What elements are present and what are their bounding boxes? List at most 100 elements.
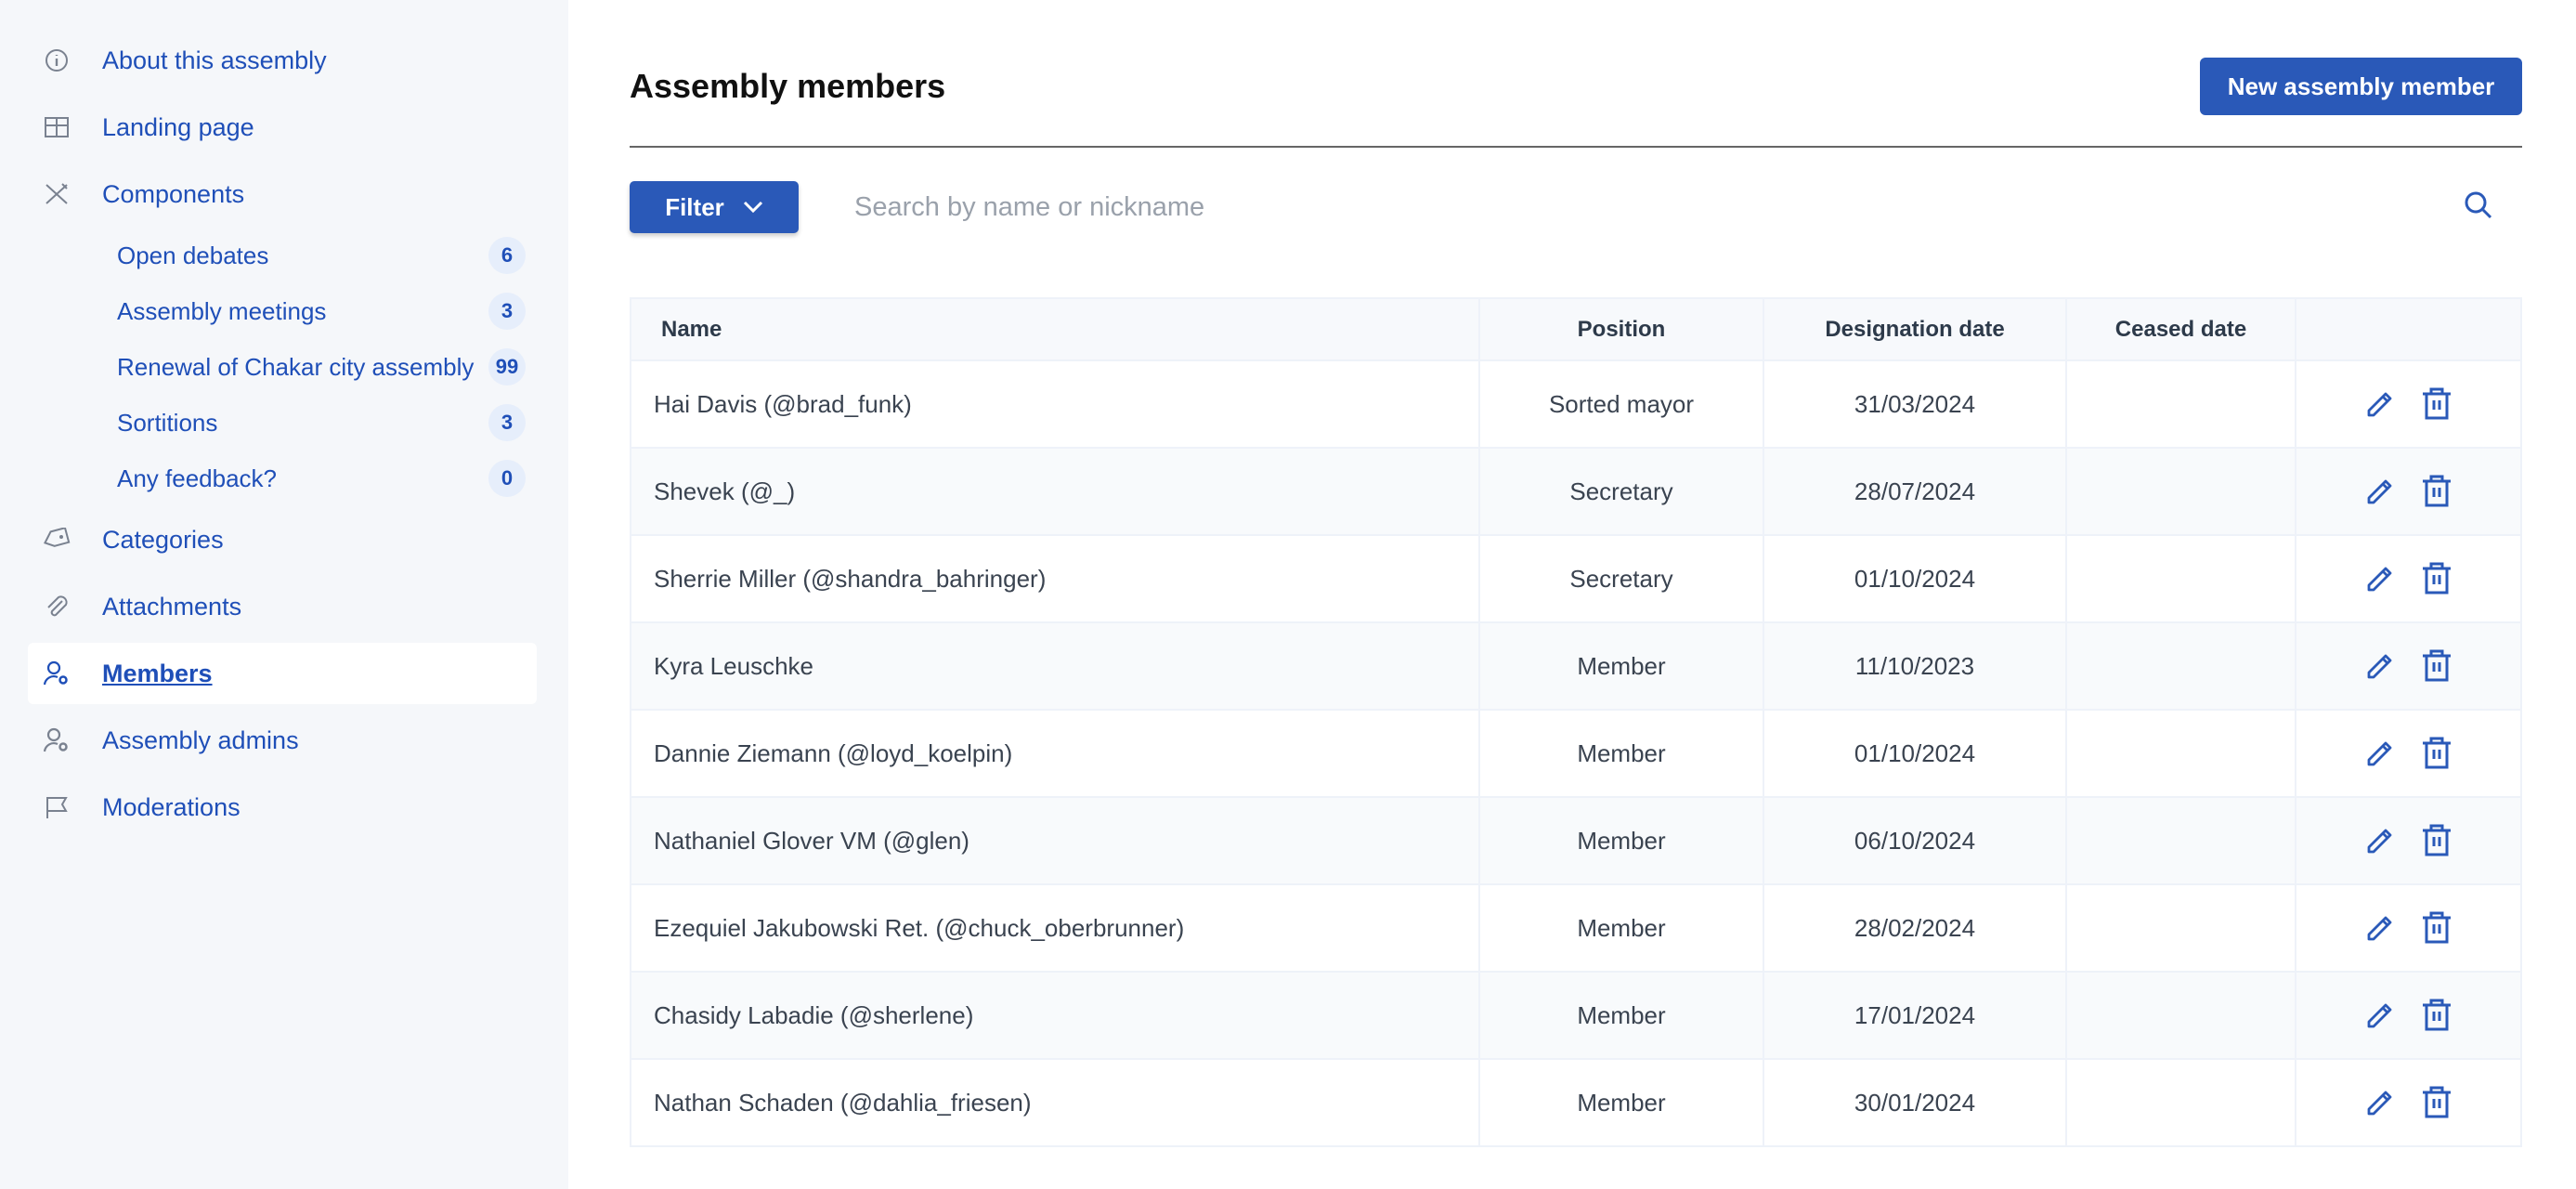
member-name: Sherrie Miller (@shandra_bahringer): [630, 534, 1480, 623]
designation-date: 31/03/2024: [1763, 359, 2067, 449]
sidebar-item-components[interactable]: Components: [28, 163, 537, 225]
sidebar-item-landing-page[interactable]: Landing page: [28, 97, 537, 158]
delete-icon[interactable]: [2421, 824, 2452, 857]
ceased-date: [2065, 1058, 2296, 1147]
row-actions: [2295, 621, 2522, 711]
sidebar-item-about-this-assembly[interactable]: About this assembly: [28, 30, 537, 91]
sidebar-item-members[interactable]: Members: [28, 643, 537, 704]
sidebar-item-label: Assembly admins: [102, 725, 299, 754]
search-icon[interactable]: [2463, 189, 2494, 221]
col-position: Position: [1478, 297, 1764, 361]
table-row: Shevek (@_) Secretary 28/07/2024: [630, 447, 2522, 536]
ceased-date: [2065, 883, 2296, 973]
ceased-date: [2065, 621, 2296, 711]
paperclip-icon: [43, 593, 71, 621]
members-table: Name Position Designation date Ceased da…: [630, 297, 2522, 1147]
component-label: Sortitions: [117, 408, 218, 437]
edit-icon[interactable]: [2365, 1088, 2395, 1117]
delete-icon[interactable]: [2421, 387, 2452, 421]
component-item[interactable]: Any feedback? 0: [117, 454, 526, 503]
edit-icon[interactable]: [2365, 564, 2395, 594]
sidebar-item-label: About this assembly: [102, 46, 327, 74]
member-position: Secretary: [1478, 534, 1764, 623]
sidebar-item-label: Attachments: [102, 592, 242, 621]
member-name: Hai Davis (@brad_funk): [630, 359, 1480, 449]
member-name: Dannie Ziemann (@loyd_koelpin): [630, 709, 1480, 798]
row-actions: [2295, 359, 2522, 449]
component-label: Open debates: [117, 241, 269, 269]
filter-button[interactable]: Filter: [630, 181, 799, 233]
delete-icon[interactable]: [2421, 911, 2452, 945]
sidebar-item-attachments[interactable]: Attachments: [28, 576, 537, 637]
row-actions: [2295, 534, 2522, 623]
delete-icon[interactable]: [2421, 475, 2452, 508]
count-badge: 6: [488, 237, 526, 274]
delete-icon[interactable]: [2421, 999, 2452, 1032]
row-actions: [2295, 1058, 2522, 1147]
search-input[interactable]: [854, 181, 2433, 233]
ceased-date: [2065, 796, 2296, 885]
edit-icon[interactable]: [2365, 651, 2395, 681]
component-item[interactable]: Sortitions 3: [117, 399, 526, 447]
chevron-down-icon: [743, 201, 762, 214]
count-badge: 0: [488, 460, 526, 497]
sidebar-item-label: Landing page: [102, 112, 254, 141]
member-name: Ezequiel Jakubowski Ret. (@chuck_oberbru…: [630, 883, 1480, 973]
divider: [630, 146, 2522, 148]
member-name: Kyra Leuschke: [630, 621, 1480, 711]
new-assembly-member-button[interactable]: New assembly member: [2200, 58, 2522, 115]
component-item[interactable]: Open debates 6: [117, 231, 526, 280]
row-actions: [2295, 883, 2522, 973]
sidebar-item-label: Members: [102, 659, 213, 687]
edit-icon[interactable]: [2365, 826, 2395, 856]
delete-icon[interactable]: [2421, 562, 2452, 595]
designation-date: 01/10/2024: [1763, 534, 2067, 623]
delete-icon[interactable]: [2421, 1086, 2452, 1119]
member-position: Member: [1478, 883, 1764, 973]
edit-icon[interactable]: [2365, 389, 2395, 419]
layout-icon: [43, 113, 71, 141]
page-title: Assembly members: [630, 67, 946, 105]
count-badge: 3: [488, 293, 526, 330]
sidebar-item-moderations[interactable]: Moderations: [28, 777, 537, 838]
edit-icon[interactable]: [2365, 1000, 2395, 1030]
member-position: Member: [1478, 1058, 1764, 1147]
edit-icon[interactable]: [2365, 738, 2395, 768]
col-name[interactable]: Name: [630, 297, 1480, 361]
sidebar-item-label: Categories: [102, 525, 224, 554]
member-position: Member: [1478, 796, 1764, 885]
count-badge: 99: [488, 348, 526, 385]
table-row: Kyra Leuschke Member 11/10/2023: [630, 621, 2522, 711]
user-settings-icon: [43, 726, 71, 754]
designation-date: 28/02/2024: [1763, 883, 2067, 973]
member-position: Member: [1478, 971, 1764, 1060]
row-actions: [2295, 447, 2522, 536]
col-designation-date: Designation date: [1763, 297, 2067, 361]
component-item[interactable]: Renewal of Chakar city assembly 99: [117, 343, 526, 391]
member-position: Secretary: [1478, 447, 1764, 536]
edit-icon[interactable]: [2365, 913, 2395, 943]
sidebar-item-label: Moderations: [102, 792, 241, 821]
component-label: Renewal of Chakar city assembly: [117, 352, 475, 381]
member-name: Chasidy Labadie (@sherlene): [630, 971, 1480, 1060]
sidebar-item-categories[interactable]: Categories: [28, 509, 537, 570]
table-row: Sherrie Miller (@shandra_bahringer) Secre…: [630, 534, 2522, 623]
designation-date: 17/01/2024: [1763, 971, 2067, 1060]
component-item[interactable]: Assembly meetings 3: [117, 287, 526, 335]
tools-icon: [43, 180, 71, 208]
edit-icon[interactable]: [2365, 477, 2395, 506]
delete-icon[interactable]: [2421, 649, 2452, 683]
col-ceased-date: Ceased date: [2065, 297, 2296, 361]
sidebar-item-assembly-admins[interactable]: Assembly admins: [28, 710, 537, 771]
ceased-date: [2065, 971, 2296, 1060]
flag-icon: [43, 793, 71, 821]
member-position: Member: [1478, 709, 1764, 798]
table-row: Nathan Schaden (@dahlia_friesen) Member 30…: [630, 1058, 2522, 1147]
member-name: Nathan Schaden (@dahlia_friesen): [630, 1058, 1480, 1147]
row-actions: [2295, 709, 2522, 798]
sidebar-item-label: Components: [102, 179, 245, 208]
col-actions: [2295, 297, 2522, 361]
table-row: Hai Davis (@brad_funk) Sorted mayor 31/03/…: [630, 359, 2522, 449]
delete-icon[interactable]: [2421, 737, 2452, 770]
designation-date: 06/10/2024: [1763, 796, 2067, 885]
